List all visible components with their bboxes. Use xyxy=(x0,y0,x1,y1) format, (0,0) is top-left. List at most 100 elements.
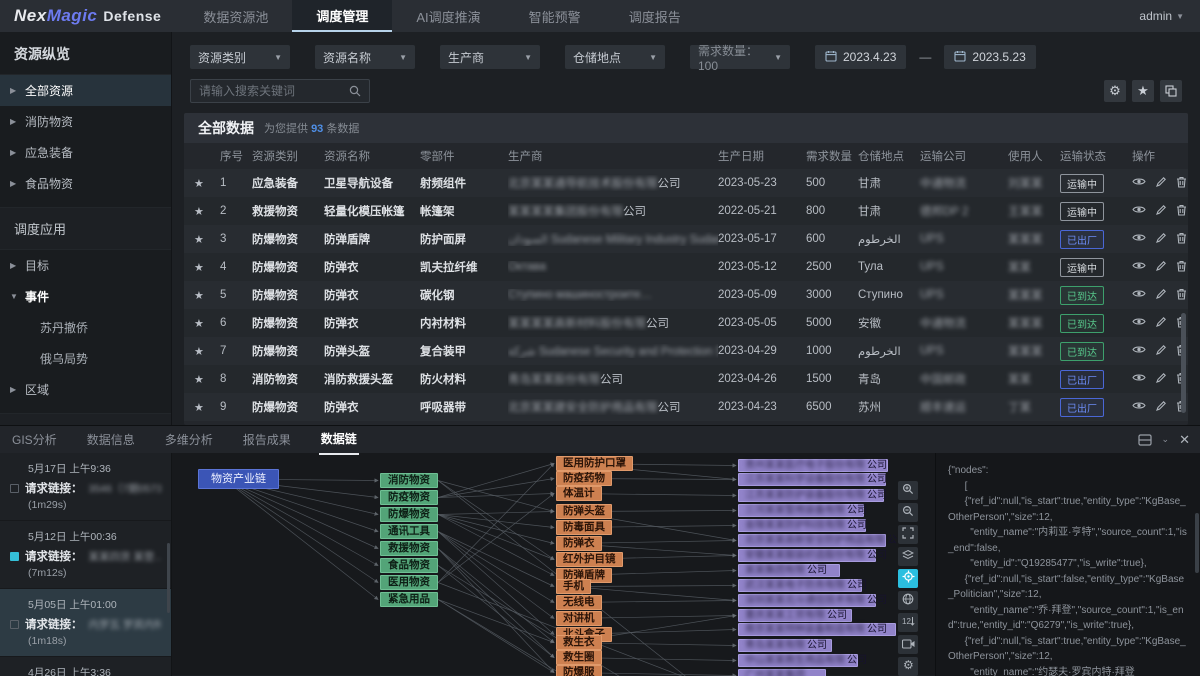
bottom-tab-2[interactable]: 数据信息 xyxy=(85,426,137,454)
sidebar-item-app-3[interactable]: ▶区域 xyxy=(0,374,171,405)
edit-button[interactable] xyxy=(1155,232,1167,247)
view-button[interactable] xyxy=(1132,204,1146,218)
column-header[interactable]: 仓储地点 xyxy=(858,148,920,164)
delete-button[interactable] xyxy=(1176,176,1187,191)
graph-root-node[interactable]: 物资产业链 xyxy=(198,469,279,489)
column-header[interactable]: 资源名称 xyxy=(324,148,420,164)
star-icon[interactable]: ★ xyxy=(194,261,220,274)
column-header[interactable]: 需求数量 xyxy=(806,148,858,164)
edit-button[interactable] xyxy=(1155,176,1167,191)
globe-button[interactable] xyxy=(898,591,918,610)
graph-category-node[interactable]: 救援物资 xyxy=(380,541,438,556)
graph-company-node[interactable]: 江苏某某防护装备股份有限公司 xyxy=(738,489,884,502)
view-button[interactable] xyxy=(1132,176,1146,190)
sidebar-item-resource-3[interactable]: ▶应急装备 xyxy=(0,137,171,168)
edit-button[interactable] xyxy=(1155,204,1167,219)
nav-tab-4[interactable]: 智能预警 xyxy=(505,0,605,32)
request-list-item[interactable]: 5月12日 上午00:36请求链接：某某四货 某登…(7m12s) xyxy=(0,521,171,589)
sidebar-subitem[interactable]: 俄乌局势 xyxy=(0,343,171,374)
search-icon[interactable] xyxy=(349,85,361,97)
zoom-out-button[interactable] xyxy=(898,503,918,522)
locate-button[interactable] xyxy=(898,569,918,588)
search-input[interactable] xyxy=(199,84,339,98)
view-button[interactable] xyxy=(1132,260,1146,274)
graph-item-node[interactable]: 救生衣 xyxy=(556,635,602,650)
star-icon[interactable]: ★ xyxy=(194,177,220,190)
graph-category-node[interactable]: 防疫物资 xyxy=(380,490,438,505)
view-button[interactable] xyxy=(1132,344,1146,358)
view-button[interactable] xyxy=(1132,316,1146,330)
table-row[interactable]: ★5防爆物资防弹衣碳化钢Ступино машиностроите…2023-0… xyxy=(184,281,1188,309)
graph-company-node[interactable]: 贵州某某医疗电子股份有限公司 xyxy=(738,459,888,472)
graph-category-node[interactable]: 防爆物资 xyxy=(380,507,438,522)
edit-button[interactable] xyxy=(1155,288,1167,303)
view-button[interactable] xyxy=(1132,232,1146,246)
request-list-item[interactable]: 5月17日 上午9:36请求链接：3546（7期05736）…(1m29s) xyxy=(0,453,171,521)
graph-company-node[interactable]: 重庆某某工贸有限公司 xyxy=(738,609,852,622)
graph-company-node[interactable]: 三河某某警用装备有限公司 xyxy=(738,504,864,517)
user-menu[interactable]: admin ▼ xyxy=(1139,0,1200,32)
graph-category-node[interactable]: 紧急用品 xyxy=(380,592,438,607)
sort-12-button[interactable]: 12 xyxy=(898,613,918,632)
table-row[interactable]: ★3防爆物资防弹盾牌防护面屏السودان Sudanese Military … xyxy=(184,225,1188,253)
table-row[interactable]: ★4防爆物资防弹衣凯夫拉纤维Октава2023-05-122500ТулаUP… xyxy=(184,253,1188,281)
filter-dropdown-1[interactable]: 资源类别▼ xyxy=(190,45,290,69)
column-header[interactable]: 运输状态 xyxy=(1060,148,1132,164)
delete-button[interactable] xyxy=(1176,232,1187,247)
graph-company-node[interactable]: 武汉某某电子防务有限公司 xyxy=(738,579,862,592)
table-row[interactable]: ★6防爆物资防弹衣内衬材料某某某某高新材料股份有限公司2023-05-05500… xyxy=(184,309,1188,337)
star-icon[interactable]: ★ xyxy=(194,205,220,218)
star-icon[interactable]: ★ xyxy=(194,345,220,358)
close-icon[interactable]: ✕ xyxy=(1179,432,1190,448)
graph-item-node[interactable]: 无线电 xyxy=(556,595,602,610)
graph-company-node[interactable]: 青岛某某有限公司 xyxy=(738,639,832,652)
settings-button[interactable]: ⚙ xyxy=(1104,80,1126,102)
graph-category-node[interactable]: 医用物资 xyxy=(380,575,438,590)
edit-button[interactable] xyxy=(1155,344,1167,359)
graph-item-node[interactable]: 防疫药物 xyxy=(556,471,612,486)
date-to-picker[interactable]: 2023.5.23 xyxy=(944,45,1035,69)
graph-item-node[interactable]: 防弹衣 xyxy=(556,536,602,551)
star-icon[interactable]: ★ xyxy=(194,373,220,386)
table-row[interactable]: ★7防爆物资防弹头盔复合装甲شركة Sudanese Security and… xyxy=(184,337,1188,365)
delete-button[interactable] xyxy=(1176,204,1187,219)
graph-company-node[interactable]: 中山某某救生用品有限公司 xyxy=(738,654,858,667)
request-list-scrollbar[interactable] xyxy=(167,543,170,613)
nav-tab-5[interactable]: 调度报告 xyxy=(605,0,705,32)
graph-company-node[interactable]: 北京某某高新安全防护用品有限公司 xyxy=(738,534,886,547)
sidebar-item-app-2[interactable]: ▼事件 xyxy=(0,281,171,312)
star-icon[interactable]: ★ xyxy=(194,401,220,414)
date-from-picker[interactable]: 2023.4.23 xyxy=(815,45,906,69)
table-row[interactable]: ★1应急装备卫星导航设备射频组件北京某某通导航技术股份有限公司2023-05-2… xyxy=(184,169,1188,197)
column-header[interactable]: 运输公司 xyxy=(920,148,1008,164)
nav-tab-2[interactable]: 调度管理 xyxy=(292,0,392,32)
graph-item-node[interactable]: 医用防护口罩 xyxy=(556,456,633,471)
column-header[interactable]: 操作 xyxy=(1132,148,1184,164)
request-checkbox[interactable] xyxy=(10,620,19,629)
graph-item-node[interactable]: 对讲机 xyxy=(556,611,602,626)
graph-company-node[interactable]: 金陵某某防护科技有限公司 xyxy=(738,519,866,532)
graph-item-node[interactable]: 防毒面具 xyxy=(556,520,612,535)
table-row[interactable]: ★9防爆物资防弹衣呼吸器带北京某某建安全防护用品有限公司2023-04-2365… xyxy=(184,393,1188,421)
nav-tab-3[interactable]: AI调度推演 xyxy=(392,0,504,32)
filter-quantity-dropdown[interactable]: 需求数量：100▼ xyxy=(690,45,790,69)
sidebar-item-resource-2[interactable]: ▶消防物资 xyxy=(0,106,171,137)
graph-company-node[interactable]: 某某集团有限公司 xyxy=(738,564,840,577)
layers-button[interactable] xyxy=(898,547,918,566)
json-scrollbar[interactable] xyxy=(1195,513,1199,573)
column-header[interactable]: 资源类别 xyxy=(252,148,324,164)
table-row[interactable]: ★8消防物资消防救援头盔防火材料青岛某某股份有限公司2023-04-261500… xyxy=(184,365,1188,393)
graph-company-node[interactable]: 深圳某某北斗通信技术有限公司 xyxy=(738,594,876,607)
sidebar-section-apps[interactable]: 调度应用 xyxy=(0,207,171,250)
copy-button[interactable] xyxy=(1160,80,1182,102)
filter-dropdown-3[interactable]: 生产商▼ xyxy=(440,45,540,69)
sidebar-item-resource-1[interactable]: ▶全部资源 xyxy=(0,75,171,106)
edit-button[interactable] xyxy=(1155,260,1167,275)
table-row[interactable]: ★2救援物资轻量化模压帐篷帐篷架某某某某集团股份有限公司2022-05-2180… xyxy=(184,197,1188,225)
view-button[interactable] xyxy=(1132,372,1146,386)
filter-dropdown-2[interactable]: 资源名称▼ xyxy=(315,45,415,69)
edit-button[interactable] xyxy=(1155,316,1167,331)
request-checkbox[interactable] xyxy=(10,484,19,493)
chevron-down-icon[interactable]: ⌄ xyxy=(1162,434,1170,445)
graph-company-node[interactable]: 安徽某某服装织造股份有限公司 xyxy=(738,549,876,562)
